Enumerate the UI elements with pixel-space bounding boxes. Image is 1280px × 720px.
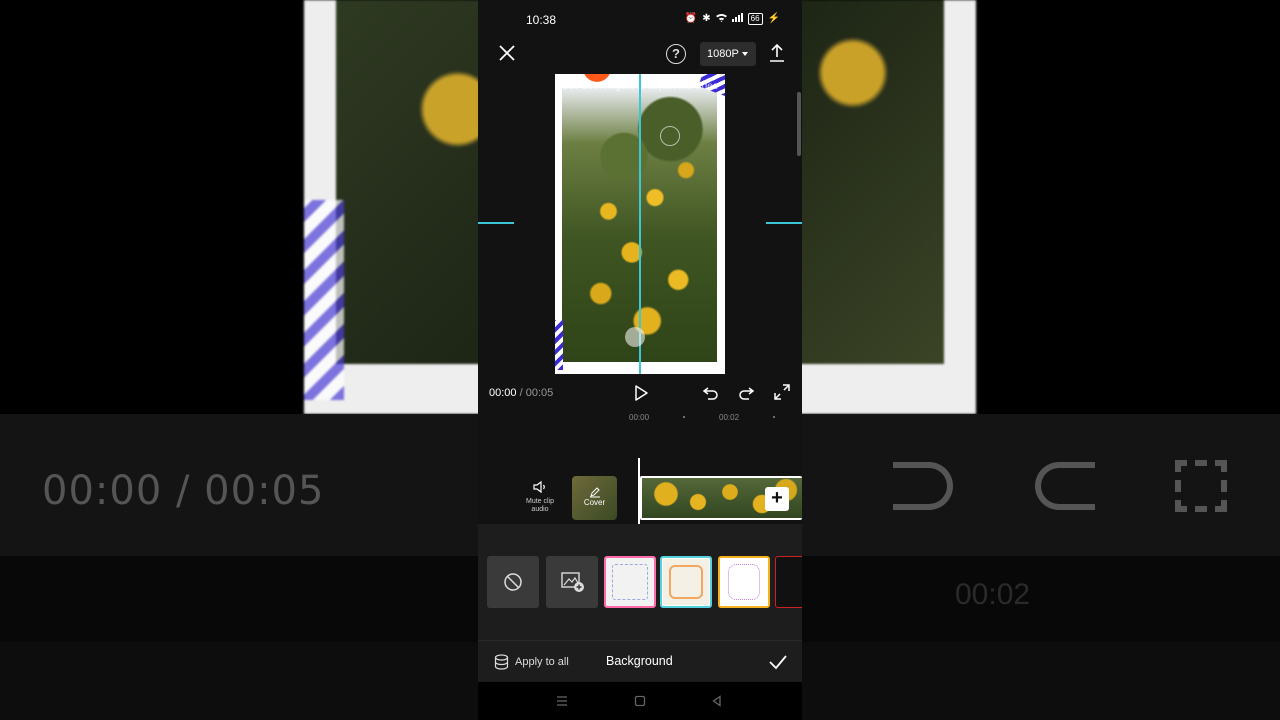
upload-icon	[770, 43, 784, 62]
playback-bar: 00:00 / 00:05	[478, 378, 802, 408]
timeline-ruler: 00:00 00:02	[478, 413, 802, 427]
playhead[interactable]	[638, 458, 640, 524]
apply-to-all-button[interactable]: Apply to all	[494, 653, 569, 671]
timeline[interactable]: 00:00 00:02 Mute clip audio Cover +	[478, 408, 802, 524]
close-icon	[499, 45, 515, 61]
center-guide-right	[766, 222, 802, 224]
time-display: 00:00 / 00:05	[489, 387, 553, 399]
frame-decoration	[555, 320, 563, 370]
touch-indicator	[660, 126, 680, 146]
back-button[interactable]	[710, 694, 724, 708]
panel-title: Background	[606, 654, 673, 668]
ghost-tick-display: 00:02	[955, 578, 1031, 611]
ghost-undo-icon	[893, 462, 953, 510]
redo-icon	[739, 387, 755, 400]
play-icon	[635, 385, 648, 401]
panel-bottom-bar: Apply to all Background	[478, 640, 802, 682]
vibrate-icon: ✱	[702, 13, 711, 24]
apply-to-all-label: Apply to all	[515, 656, 569, 668]
background-option-frame-selected[interactable]	[660, 556, 712, 608]
none-icon	[504, 573, 522, 591]
time-separator: /	[516, 387, 526, 399]
ruler-tick: 00:00	[629, 413, 650, 422]
alarm-icon: ⏰	[684, 13, 698, 24]
system-nav-bar	[478, 682, 802, 720]
frame-preview	[728, 564, 760, 600]
undo-icon	[702, 387, 718, 400]
mute-clip-audio-button[interactable]: Mute clip audio	[518, 480, 562, 514]
menu-icon	[557, 696, 567, 706]
redo-button[interactable]	[737, 384, 755, 402]
fullscreen-button[interactable]	[774, 384, 790, 400]
caret-down-icon	[742, 52, 748, 56]
mute-clip-audio-label: Mute clip audio	[525, 498, 554, 513]
square-icon	[634, 695, 646, 707]
background-option-frame[interactable]	[604, 556, 656, 608]
frame-preview	[612, 564, 648, 600]
status-bar: 10:38 ⏰ ✱ 66 ⚡	[478, 0, 802, 40]
home-button[interactable]	[633, 694, 647, 708]
background-option-none[interactable]	[487, 556, 539, 608]
ghost-redo-icon	[1035, 462, 1095, 510]
background-option-frame[interactable]	[718, 556, 770, 608]
close-button[interactable]	[496, 42, 518, 64]
resolution-label: 1080P	[707, 48, 739, 60]
ghost-time-display: 00:00 / 00:05	[42, 468, 325, 514]
fullscreen-icon	[774, 384, 790, 400]
background-option-upload-image[interactable]	[546, 556, 598, 608]
phone-screen: 10:38 ⏰ ✱ 66 ⚡ ? 1080P Use both fingers …	[478, 0, 802, 720]
background-option-frame[interactable]	[775, 556, 802, 608]
signal-icon	[731, 13, 743, 25]
checkmark-icon	[769, 655, 787, 670]
layers-icon	[494, 654, 509, 670]
status-clock: 10:38	[526, 13, 557, 27]
frame-preview	[669, 565, 703, 599]
help-icon: ?	[672, 46, 680, 61]
pencil-icon	[589, 487, 600, 498]
back-triangle-icon	[712, 695, 721, 707]
touch-indicator	[625, 327, 645, 347]
play-button[interactable]	[633, 383, 649, 403]
ghost-fullscreen-icon	[1175, 460, 1227, 512]
scroll-indicator	[797, 92, 801, 156]
plus-icon: +	[771, 487, 783, 509]
speaker-icon	[533, 480, 545, 494]
resolution-dropdown[interactable]: 1080P	[700, 42, 756, 66]
screen: 00:00 / 00:05 00:02 10:38 ⏰ ✱ 66 ⚡ ? 108…	[0, 0, 1280, 720]
ruler-dot	[773, 416, 775, 418]
status-icons: ⏰ ✱ 66 ⚡	[685, 13, 780, 25]
charging-icon: ⚡	[767, 13, 780, 24]
total-duration: 00:05	[525, 387, 554, 399]
center-guide-left	[478, 222, 514, 224]
add-clip-button[interactable]: +	[765, 487, 789, 511]
cover-button[interactable]: Cover	[572, 476, 617, 520]
confirm-button[interactable]	[768, 653, 788, 671]
export-button[interactable]	[768, 42, 786, 64]
background-blur-stripe	[304, 200, 344, 400]
recents-button[interactable]	[555, 694, 569, 708]
help-button[interactable]: ?	[666, 44, 686, 64]
ruler-dot	[683, 416, 685, 418]
ruler-tick: 00:02	[719, 413, 740, 422]
cover-label: Cover	[583, 498, 606, 507]
current-time: 00:00	[489, 387, 517, 399]
undo-button[interactable]	[702, 384, 720, 402]
wifi-icon	[715, 13, 727, 25]
battery-icon: 66	[747, 13, 763, 25]
add-image-icon	[561, 572, 584, 592]
top-bar: ? 1080P	[478, 36, 802, 72]
